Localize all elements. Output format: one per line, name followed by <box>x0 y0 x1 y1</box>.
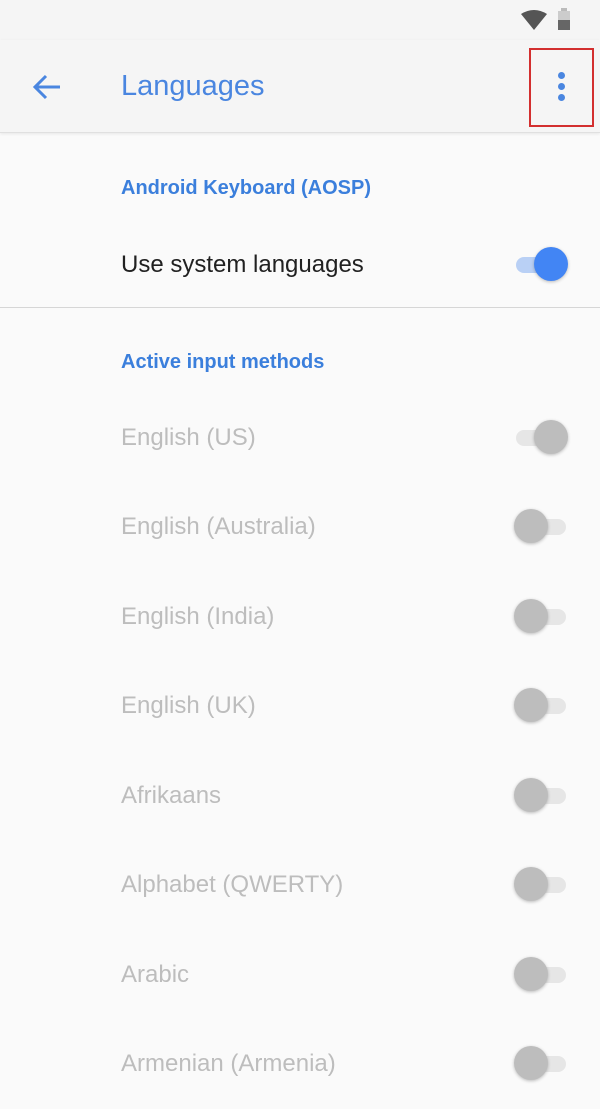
toggle-switch[interactable] <box>514 956 568 993</box>
list-item-label: Afrikaans <box>121 781 222 809</box>
toggle-switch[interactable] <box>514 777 568 814</box>
list-item-label: Arabic <box>121 960 190 988</box>
more-vert-icon <box>558 72 566 102</box>
toggle-switch[interactable] <box>516 246 568 283</box>
divider <box>0 307 600 308</box>
list-item-label: English (Australia) <box>121 513 316 540</box>
toggle-switch[interactable] <box>514 509 568 545</box>
switch-thumb <box>534 246 568 281</box>
page-title: Languages <box>121 70 265 102</box>
section-header: Android Keyboard (AOSP) <box>121 177 372 199</box>
list-item[interactable]: Afrikaans <box>0 751 600 840</box>
wifi-icon <box>521 10 547 30</box>
list-item[interactable]: Arabic <box>0 930 600 1019</box>
list-item-label: English (India) <box>121 602 275 630</box>
arrow-left-icon[interactable] <box>30 70 64 104</box>
toggle-switch[interactable] <box>514 688 568 724</box>
list-item-label: Armenian (Armenia) <box>121 1050 336 1077</box>
list-item[interactable]: Use system languages <box>0 220 600 309</box>
list-item[interactable]: English (US) <box>0 393 600 482</box>
toggle-switch[interactable] <box>514 598 568 635</box>
toggle-switch[interactable] <box>514 867 568 903</box>
switch-thumb <box>514 688 548 722</box>
battery-icon <box>558 8 570 30</box>
more-options-button[interactable] <box>529 48 594 127</box>
switch-thumb <box>534 419 568 454</box>
switch-thumb <box>514 598 548 633</box>
list-item-label: English (UK) <box>121 692 256 719</box>
status-bar <box>0 0 600 40</box>
toggle-switch[interactable] <box>514 1046 568 1082</box>
list-item[interactable]: English (Australia) <box>0 483 600 572</box>
section-header: Active input methods <box>121 351 325 373</box>
toggle-switch[interactable] <box>516 419 568 456</box>
switch-thumb <box>514 1046 548 1080</box>
list-item[interactable]: Alphabet (QWERTY) <box>0 841 600 930</box>
switch-thumb <box>514 956 548 991</box>
list-item-label: Use system languages <box>121 250 364 278</box>
switch-thumb <box>514 777 548 812</box>
list-item[interactable]: English (India) <box>0 572 600 661</box>
list-item[interactable]: English (UK) <box>0 662 600 751</box>
switch-thumb <box>514 509 548 543</box>
list-item-label: English (US) <box>121 423 256 451</box>
list-item[interactable]: Armenian (Armenia) <box>0 1020 600 1109</box>
list-item-label: Alphabet (QWERTY) <box>121 871 344 898</box>
switch-thumb <box>514 867 548 901</box>
app-bar: Languages <box>0 40 600 133</box>
